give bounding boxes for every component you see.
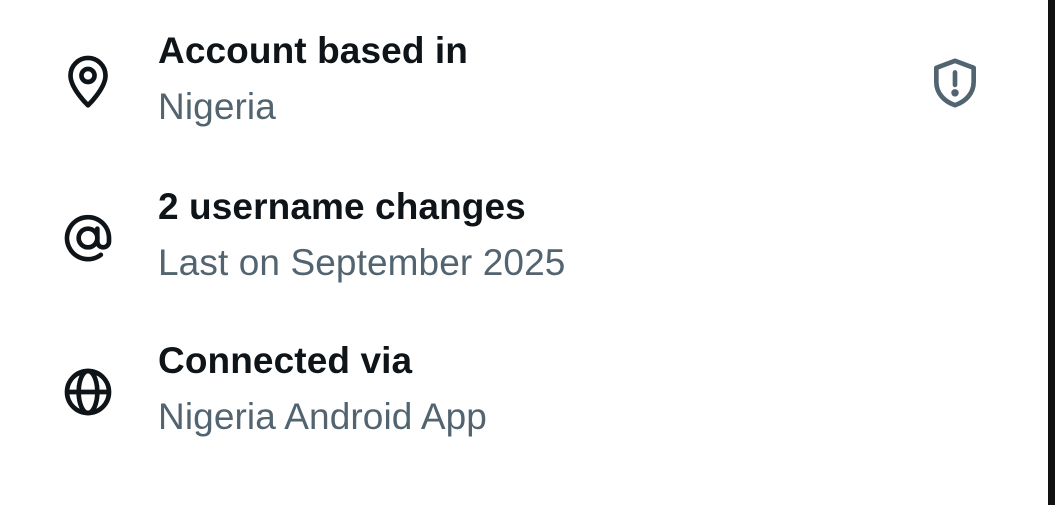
- row-subtitle: Nigeria Android App: [158, 396, 487, 437]
- row-title: Connected via: [158, 340, 413, 381]
- at-sign-icon: [60, 210, 116, 266]
- shield-alert-icon[interactable]: [927, 55, 983, 111]
- list-item-account-based-in: Account based in Nigeria: [0, 30, 1040, 140]
- globe-icon: [60, 364, 116, 420]
- list-item-connected-via: Connected via Nigeria Android App: [0, 340, 1040, 450]
- location-pin-icon: [60, 54, 116, 110]
- row-title: 2 username changes: [158, 186, 526, 227]
- row-subtitle: Nigeria: [158, 86, 276, 127]
- right-edge-bar: [1048, 0, 1055, 505]
- row-subtitle: Last on September 2025: [158, 242, 566, 283]
- list-item-username-changes: 2 username changes Last on September 202…: [0, 186, 1040, 296]
- row-title: Account based in: [158, 30, 468, 71]
